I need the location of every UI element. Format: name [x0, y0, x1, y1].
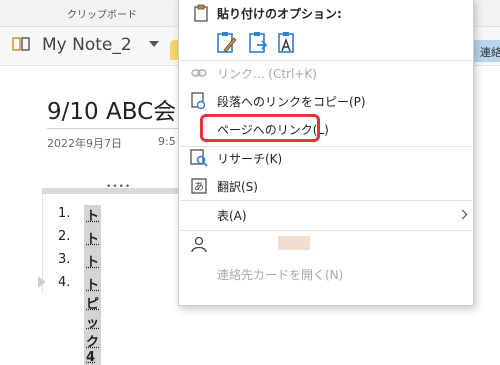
clipboard-icon: [194, 4, 208, 22]
menu-separator: [180, 230, 472, 231]
page-title[interactable]: 9/10 ABC会: [47, 92, 187, 126]
section-tab-label: 連絡: [480, 46, 500, 59]
chevron-right-icon: [457, 209, 468, 220]
menu-item-label: リンク... (Ctrl+K): [217, 67, 317, 81]
list-text[interactable]: トピック4: [84, 274, 102, 365]
paste-text-only-icon[interactable]: [276, 30, 298, 56]
menu-item-label: 連絡先カードを開く(N): [217, 268, 344, 282]
title-divider: [47, 128, 181, 129]
svg-text:あ: あ: [194, 181, 204, 193]
menu-item-research[interactable]: リサーチ(K): [181, 146, 471, 170]
highlight-annotation: [200, 114, 320, 142]
menu-item-label: 表(A): [217, 209, 247, 223]
redacted-contact: [278, 236, 310, 250]
menu-item-contact[interactable]: [181, 232, 471, 256]
menu-item-label: リサーチ(K): [217, 152, 283, 166]
paragraph-handle-icon[interactable]: [38, 276, 46, 288]
list-number: 1.: [58, 206, 71, 221]
notebook-name[interactable]: My Note_2: [42, 35, 132, 55]
person-icon: [191, 236, 207, 253]
menu-separator: [180, 200, 472, 201]
menu-item-table[interactable]: 表(A): [181, 203, 471, 227]
link-icon: [191, 69, 207, 77]
notebook-icon[interactable]: [12, 36, 30, 52]
menu-item-open-contact-card[interactable]: 連絡先カードを開く(N): [181, 262, 471, 286]
section-tab-contacts[interactable]: 連絡: [472, 40, 500, 62]
menu-item-link[interactable]: リンク... (Ctrl+K): [181, 61, 471, 85]
menu-item-label: 翻訳(S): [217, 180, 258, 194]
outline-handle-dots: ••••: [106, 182, 132, 192]
menu-item-translate[interactable]: あ 翻訳(S): [181, 174, 471, 198]
translate-icon: あ: [191, 178, 207, 194]
page-date: 2022年9月7日: [47, 137, 122, 150]
list-number: 3.: [58, 252, 71, 267]
menu-item-copy-paragraph-link[interactable]: 段落へのリンクをコピー(P): [181, 89, 471, 113]
paragraph-link-icon: [191, 92, 206, 110]
paste-options-header: 貼り付けのオプション:: [217, 7, 342, 21]
clipboard-group-label: クリップボード: [67, 10, 137, 21]
menu-item-label: 段落へのリンクをコピー(P): [217, 95, 366, 109]
chevron-down-icon[interactable]: [149, 41, 159, 47]
research-icon: [190, 149, 208, 167]
list-number: 2.: [58, 229, 71, 244]
list-number: 4.: [58, 275, 71, 290]
paste-merge-formatting-icon[interactable]: [247, 30, 269, 56]
paste-keep-formatting-icon[interactable]: [215, 30, 237, 56]
